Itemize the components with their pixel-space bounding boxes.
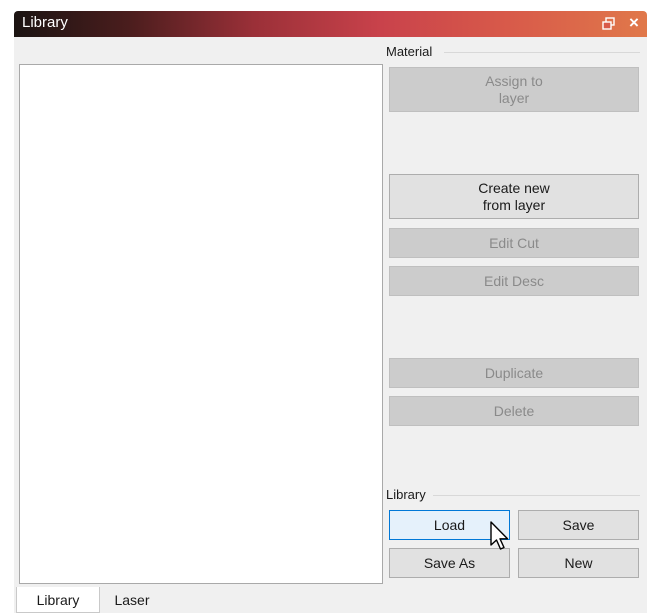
delete-button[interactable]: Delete: [389, 396, 639, 426]
tab-library[interactable]: Library: [16, 587, 100, 613]
assign-to-layer-button[interactable]: Assign to layer: [389, 67, 639, 112]
material-list[interactable]: [19, 64, 383, 584]
library-group-divider: [433, 495, 640, 496]
create-new-from-layer-button[interactable]: Create new from layer: [389, 174, 639, 219]
float-window-icon[interactable]: [602, 17, 615, 30]
close-icon[interactable]: ×: [626, 13, 642, 33]
edit-desc-button[interactable]: Edit Desc: [389, 266, 639, 296]
material-group-divider: [444, 52, 640, 53]
library-window: Library × Material Assign to layer Creat…: [0, 0, 649, 613]
bottom-tab-bar: Library Laser: [14, 587, 647, 613]
duplicate-button[interactable]: Duplicate: [389, 358, 639, 388]
library-group-label: Library: [386, 487, 426, 502]
new-button[interactable]: New: [518, 548, 639, 578]
material-group-label: Material: [386, 44, 433, 59]
window-title: Library: [22, 14, 68, 31]
tab-laser[interactable]: Laser: [100, 587, 164, 612]
title-bar[interactable]: Library ×: [14, 11, 647, 37]
edit-cut-button[interactable]: Edit Cut: [389, 228, 639, 258]
mouse-pointer-icon: [490, 521, 509, 550]
save-button[interactable]: Save: [518, 510, 639, 540]
